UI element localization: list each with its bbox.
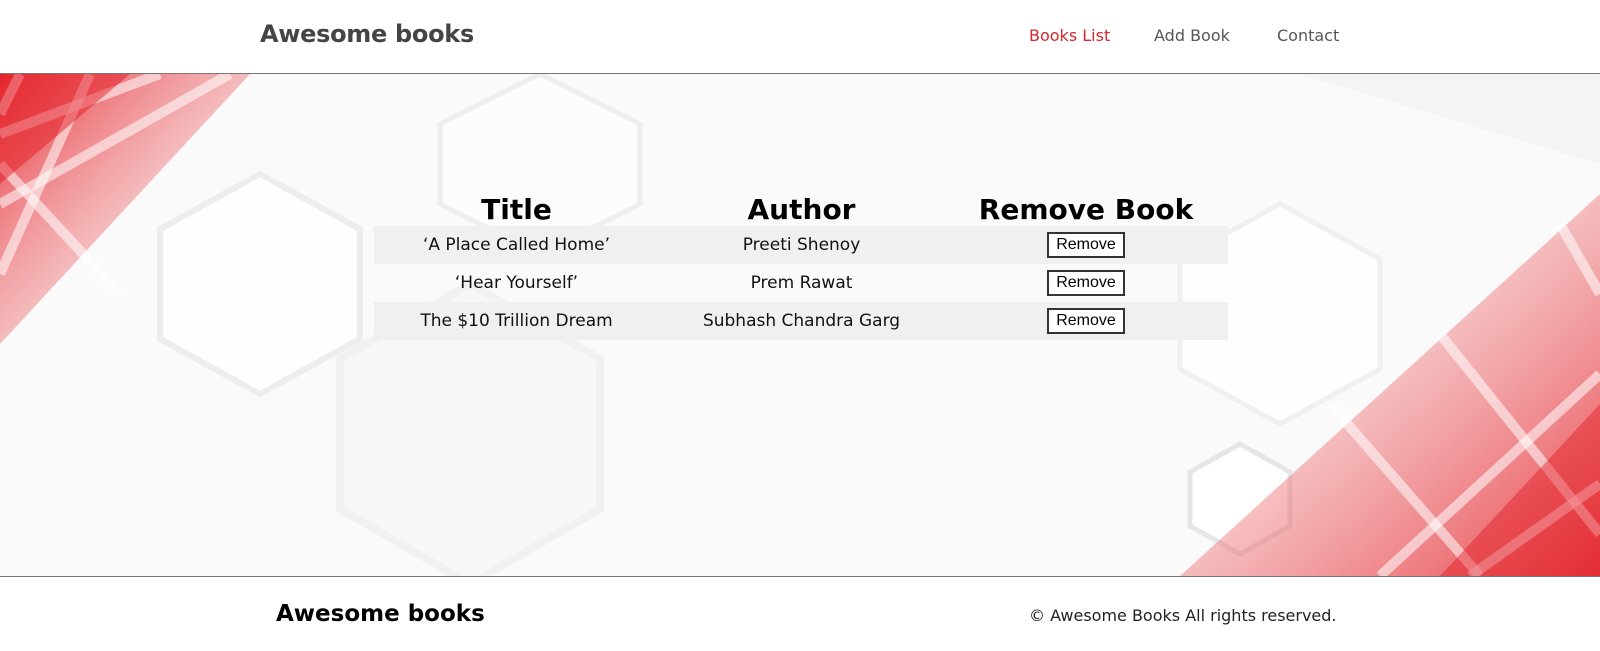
remove-button[interactable]: Remove bbox=[1047, 232, 1125, 258]
site-logo-text[interactable]: Awesome books bbox=[260, 20, 474, 48]
site-header: Awesome books Books List Add Book Contac… bbox=[0, 0, 1600, 74]
book-author: Subhash Chandra Garg bbox=[659, 302, 944, 340]
copyright-text: © Awesome Books All rights reserved. bbox=[1029, 606, 1337, 625]
remove-cell: Remove bbox=[944, 302, 1228, 340]
book-author: Prem Rawat bbox=[750, 273, 853, 293]
remove-cell: Remove bbox=[944, 226, 1228, 264]
column-header-title: Title bbox=[481, 193, 552, 226]
remove-button[interactable]: Remove bbox=[1047, 270, 1125, 296]
table-row: ‘A Place Called Home’ Preeti Shenoy Remo… bbox=[374, 226, 1228, 264]
book-title: The $10 Trillion Dream bbox=[374, 302, 659, 340]
column-header-author: Author bbox=[747, 193, 856, 226]
remove-cell: Remove bbox=[944, 264, 1228, 302]
books-section: Title Author Remove Book ‘A Place Called… bbox=[0, 74, 1600, 576]
footer-logo-text: Awesome books bbox=[276, 601, 485, 627]
remove-button[interactable]: Remove bbox=[1047, 308, 1125, 334]
table-header-row: Title Author Remove Book bbox=[374, 188, 1228, 226]
book-author: Preeti Shenoy bbox=[659, 226, 944, 264]
site-footer: Awesome books © Awesome Books All rights… bbox=[0, 576, 1600, 651]
book-title: ‘A Place Called Home’ bbox=[374, 226, 659, 264]
nav-books-list[interactable]: Books List bbox=[1029, 26, 1110, 45]
table-row: ‘Hear Yourself’ Prem Rawat Remove bbox=[374, 264, 1228, 302]
column-header-remove: Remove Book bbox=[978, 193, 1194, 226]
books-table: Title Author Remove Book ‘A Place Called… bbox=[374, 188, 1228, 340]
book-title: ‘Hear Yourself’ bbox=[454, 273, 579, 293]
nav-add-book[interactable]: Add Book bbox=[1154, 26, 1230, 45]
table-row: The $10 Trillion Dream Subhash Chandra G… bbox=[374, 302, 1228, 340]
nav-contact[interactable]: Contact bbox=[1277, 26, 1339, 45]
